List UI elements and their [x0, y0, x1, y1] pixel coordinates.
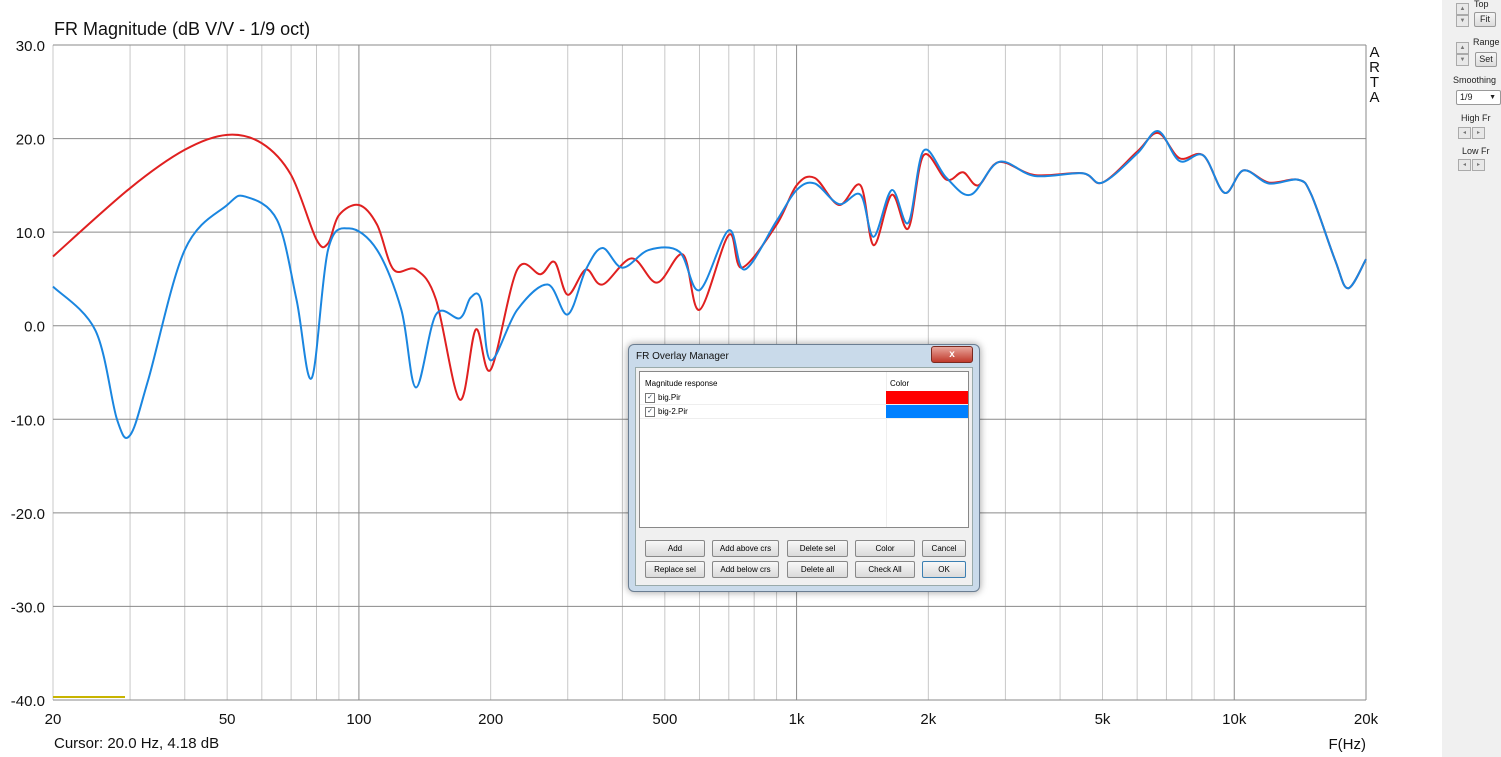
column-header-color: Color: [890, 379, 910, 388]
y-tick-label: 20.0: [16, 132, 45, 149]
delete-all-button[interactable]: Delete all: [787, 561, 848, 578]
side-panel: ▲ ▼ Top Fit ▲ ▼ Range Set Smoothing 1/9 ▼…: [1442, 0, 1501, 757]
add-above-crs-button[interactable]: Add above crs: [712, 540, 779, 557]
x-tick-label: 20k: [1354, 711, 1379, 728]
smoothing-value: 1/9: [1460, 92, 1473, 102]
high-fr-left-icon[interactable]: ◂: [1458, 127, 1471, 139]
y-tick-label: 30.0: [16, 38, 45, 55]
x-axis-label: F(Hz): [1329, 736, 1367, 753]
overlay-name: big-2.Pir: [658, 407, 688, 416]
arta-label: ARTA: [1369, 44, 1380, 106]
color-button[interactable]: Color: [855, 540, 915, 557]
list-item[interactable]: ✓ big.Pir: [640, 391, 968, 405]
checkbox[interactable]: ✓: [645, 393, 655, 403]
overlay-list[interactable]: Magnitude response Color ✓ big.Pir ✓ big…: [639, 371, 969, 528]
range-label: Range: [1473, 37, 1500, 47]
fit-button[interactable]: Fit: [1474, 12, 1496, 27]
x-tick-label: 10k: [1222, 711, 1247, 728]
low-fr-label: Low Fr: [1462, 146, 1490, 156]
add-below-crs-button[interactable]: Add below crs: [712, 561, 779, 578]
cancel-button[interactable]: Cancel: [922, 540, 966, 557]
chart-title: FR Magnitude (dB V/V - 1/9 oct): [54, 19, 311, 39]
fr-overlay-manager-dialog: FR Overlay Manager x Magnitude response …: [628, 344, 980, 592]
delete-sel-button[interactable]: Delete sel: [787, 540, 848, 557]
range-up-arrow-icon[interactable]: ▲: [1456, 42, 1469, 54]
smoothing-label: Smoothing: [1453, 75, 1497, 85]
replace-sel-button[interactable]: Replace sel: [645, 561, 705, 578]
x-tick-label: 500: [652, 711, 677, 728]
color-swatch[interactable]: [886, 405, 968, 418]
smoothing-select[interactable]: 1/9 ▼: [1456, 90, 1501, 105]
x-tick-label: 20: [45, 711, 62, 728]
x-tick-label: 200: [478, 711, 503, 728]
y-tick-label: -10.0: [11, 412, 45, 429]
y-tick-label: 10.0: [16, 225, 45, 242]
add-button[interactable]: Add: [645, 540, 705, 557]
dialog-title: FR Overlay Manager: [636, 351, 729, 362]
checkbox[interactable]: ✓: [645, 407, 655, 417]
close-button[interactable]: x: [931, 346, 973, 363]
y-tick-label: -40.0: [11, 693, 45, 710]
low-fr-left-icon[interactable]: ◂: [1458, 159, 1471, 171]
color-swatch[interactable]: [886, 391, 968, 404]
x-tick-label: 1k: [789, 711, 805, 728]
cursor-readout: Cursor: 20.0 Hz, 4.18 dB: [54, 735, 220, 752]
y-tick-label: 0.0: [24, 319, 45, 336]
top-down-arrow-icon[interactable]: ▼: [1456, 15, 1469, 27]
y-tick-label: -30.0: [11, 599, 45, 616]
x-tick-label: 100: [346, 711, 371, 728]
chevron-down-icon: ▼: [1489, 94, 1496, 101]
top-up-arrow-icon[interactable]: ▲: [1456, 3, 1469, 15]
x-tick-label: 2k: [920, 711, 936, 728]
ok-button[interactable]: OK: [922, 561, 966, 578]
high-fr-right-icon[interactable]: ▸: [1472, 127, 1485, 139]
top-label: Top: [1474, 0, 1489, 9]
low-fr-right-icon[interactable]: ▸: [1472, 159, 1485, 171]
range-down-arrow-icon[interactable]: ▼: [1456, 54, 1469, 66]
high-fr-label: High Fr: [1461, 113, 1491, 123]
x-tick-label: 5k: [1095, 711, 1111, 728]
column-header-magnitude: Magnitude response: [645, 379, 718, 388]
set-button[interactable]: Set: [1475, 52, 1497, 67]
x-tick-label: 50: [219, 711, 236, 728]
overlay-name: big.Pir: [658, 393, 681, 402]
check-all-button[interactable]: Check All: [855, 561, 915, 578]
list-item[interactable]: ✓ big-2.Pir: [640, 405, 968, 419]
y-tick-label: -20.0: [11, 506, 45, 523]
